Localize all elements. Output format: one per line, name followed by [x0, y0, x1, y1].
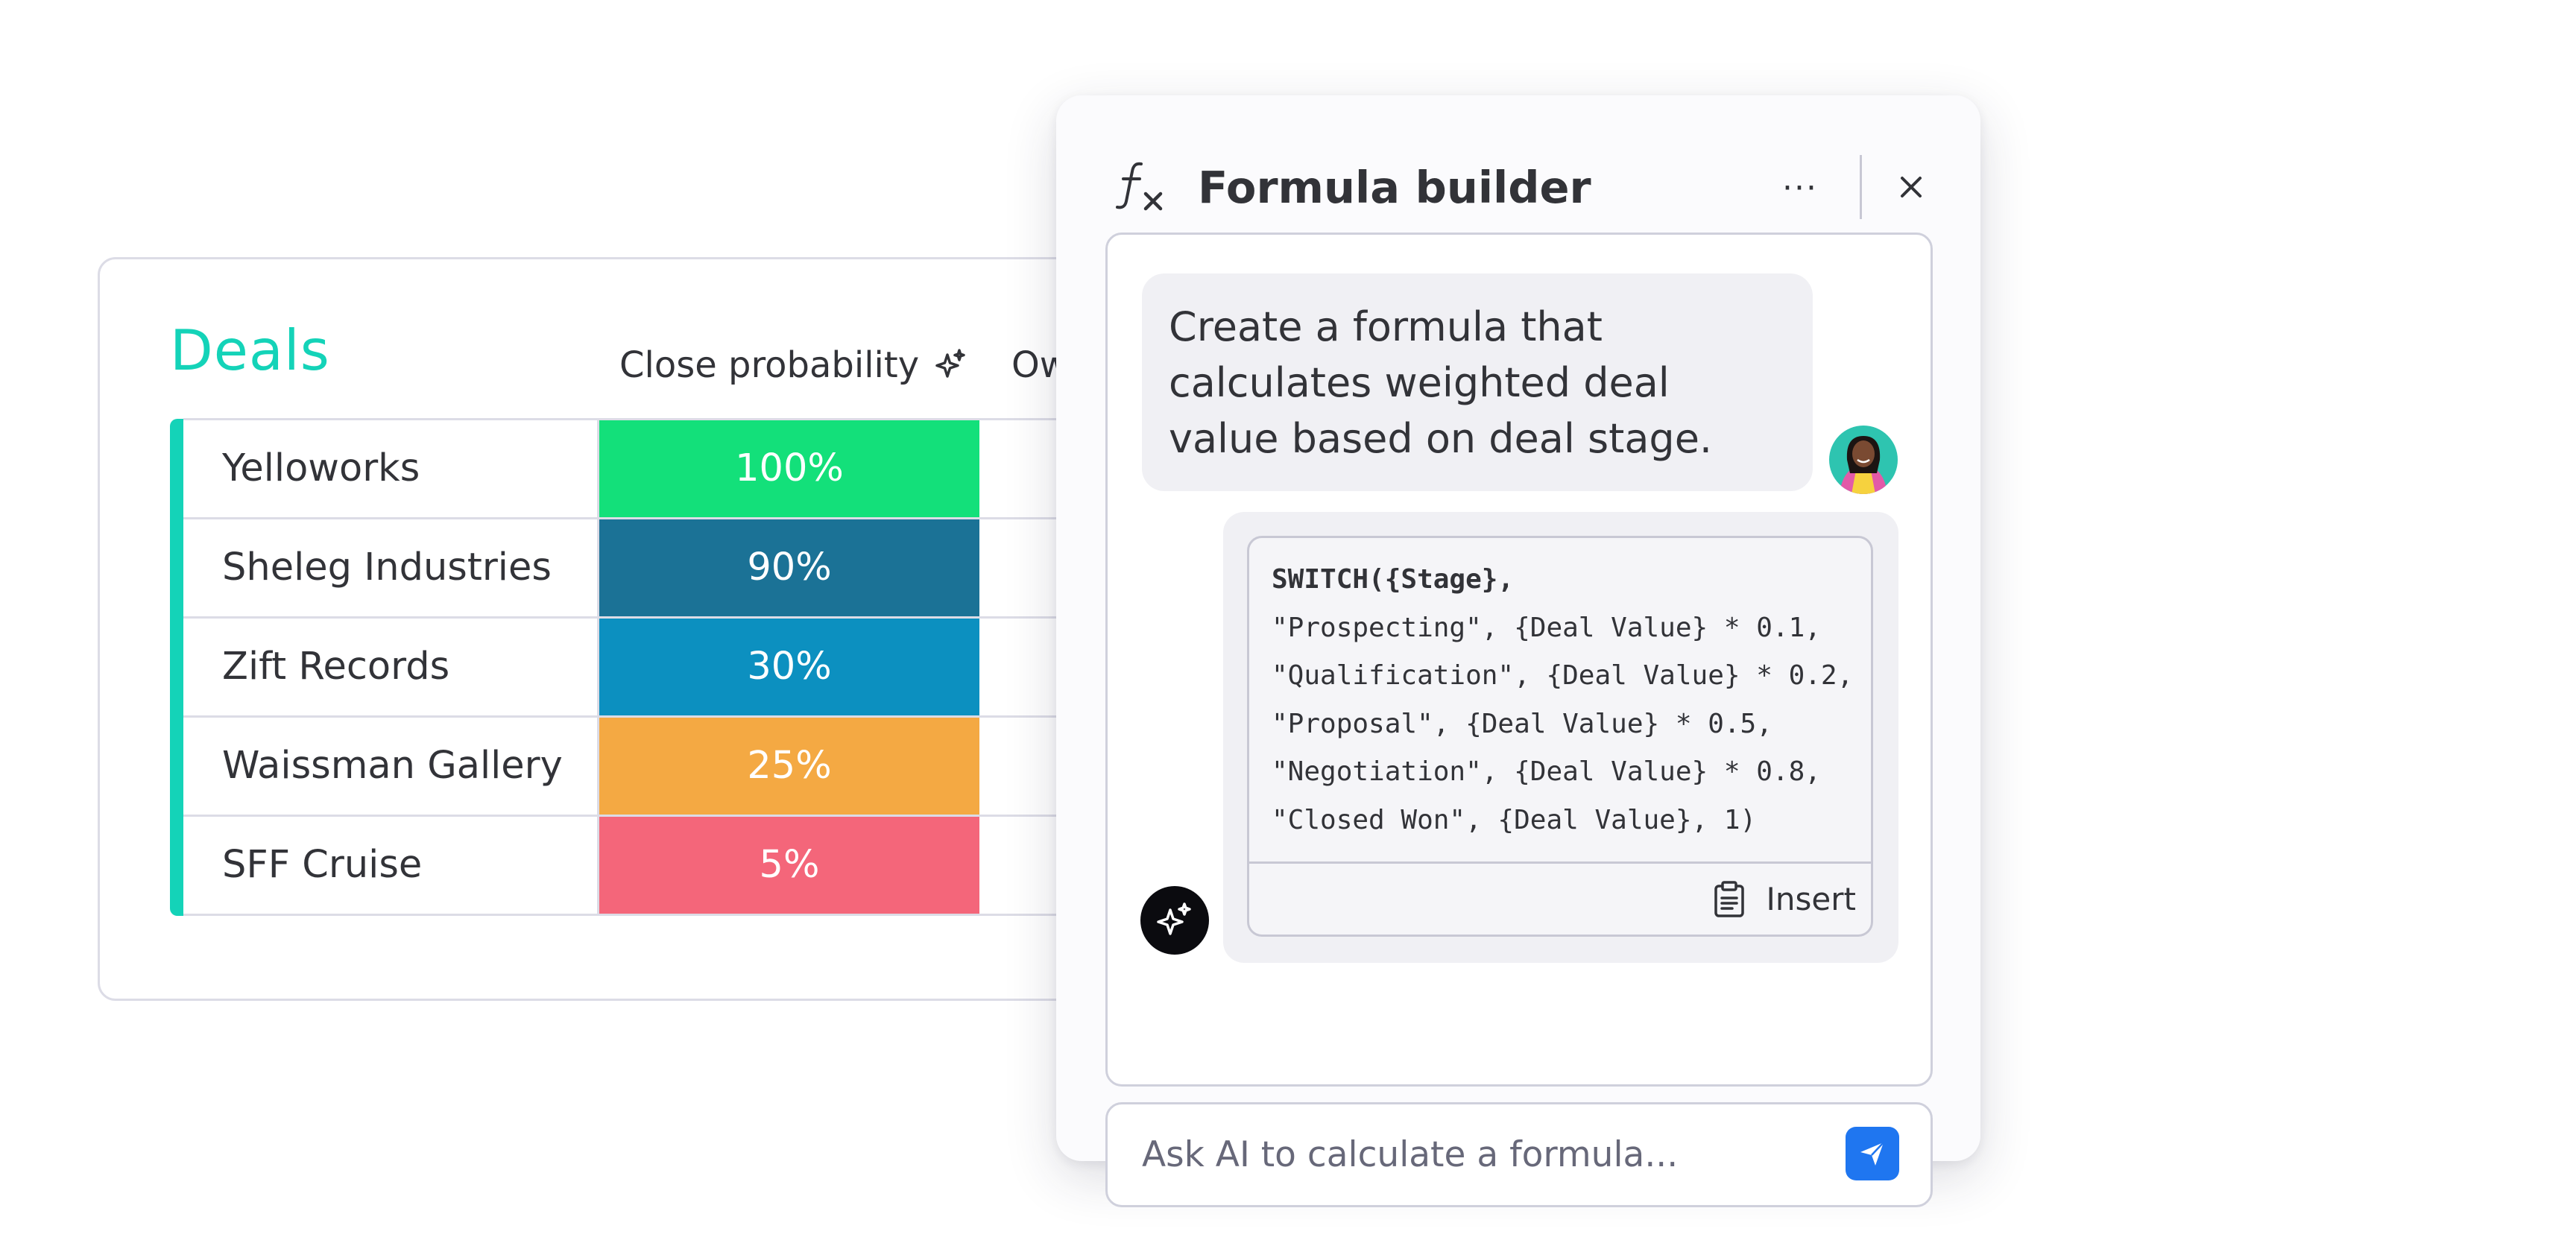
- probability-cell[interactable]: 30%: [599, 619, 979, 715]
- more-options-button[interactable]: ···: [1770, 159, 1830, 216]
- table-row[interactable]: Yelloworks 100%: [183, 418, 1154, 517]
- panel-header: Formula builder ···: [1114, 155, 1934, 219]
- panel-title: Formula builder: [1198, 162, 1591, 213]
- user-avatar: [1829, 426, 1898, 494]
- insert-label: Insert: [1766, 881, 1856, 917]
- header-divider: [1860, 155, 1862, 219]
- ai-assistant-avatar: [1140, 886, 1209, 955]
- formula-fx-icon: [1114, 159, 1167, 215]
- probability-cell[interactable]: 25%: [599, 718, 979, 815]
- probability-cell[interactable]: 100%: [599, 420, 979, 517]
- board-title: Deals: [170, 317, 330, 383]
- ai-sparkle-icon: [932, 347, 968, 383]
- group-color-bar: [170, 419, 183, 916]
- send-icon: [1860, 1142, 1884, 1166]
- table-row[interactable]: Waissman Gallery 25%: [183, 715, 1154, 815]
- chat-conversation: Create a formula that calculates weighte…: [1105, 233, 1933, 1087]
- close-button[interactable]: [1885, 161, 1937, 213]
- ask-ai-placeholder: Ask AI to calculate a formula...: [1142, 1134, 1679, 1175]
- formula-code-block[interactable]: SWITCH({Stage}, "Prospecting", {Deal Val…: [1247, 536, 1873, 937]
- send-button[interactable]: [1846, 1127, 1899, 1180]
- formula-builder-panel: Formula builder ··· Create a formula tha…: [1056, 95, 1980, 1207]
- deals-table: Yelloworks 100% Sheleg Industries 90% Zi…: [183, 418, 1154, 916]
- code-line: "Negotiation", {Deal Value} * 0.8,: [1272, 756, 1821, 787]
- clipboard-icon: [1714, 880, 1744, 917]
- code-line: "Qualification", {Deal Value} * 0.2,: [1272, 660, 1854, 691]
- deals-board: Deals Close probability Ow Yelloworks 10…: [98, 257, 1156, 1001]
- deal-name[interactable]: Sheleg Industries: [222, 519, 552, 616]
- ai-response-bubble: SWITCH({Stage}, "Prospecting", {Deal Val…: [1223, 512, 1898, 963]
- ai-sparkle-icon: [1157, 902, 1191, 935]
- column-header-close-probability[interactable]: Close probability: [619, 347, 968, 383]
- code-line: SWITCH({Stage},: [1272, 564, 1515, 595]
- code-line: "Proposal", {Deal Value} * 0.5,: [1272, 708, 1772, 739]
- deal-name[interactable]: Zift Records: [222, 619, 449, 715]
- table-row[interactable]: Zift Records 30%: [183, 616, 1154, 715]
- ask-ai-input[interactable]: Ask AI to calculate a formula...: [1105, 1102, 1933, 1207]
- code-line: "Prospecting", {Deal Value} * 0.1,: [1272, 612, 1821, 643]
- formula-code: SWITCH({Stage}, "Prospecting", {Deal Val…: [1272, 556, 1853, 844]
- insert-button[interactable]: Insert: [1713, 864, 1856, 935]
- close-icon: [1901, 177, 1922, 197]
- table-row[interactable]: Sheleg Industries 90%: [183, 517, 1154, 616]
- user-message-bubble: Create a formula that calculates weighte…: [1142, 273, 1813, 491]
- code-block-footer: Insert: [1249, 861, 1871, 935]
- code-line: "Closed Won", {Deal Value}, 1): [1272, 804, 1757, 835]
- column-header-label: Close probability: [619, 344, 920, 386]
- probability-cell[interactable]: 90%: [599, 519, 979, 616]
- probability-cell[interactable]: 5%: [599, 817, 979, 914]
- deal-name[interactable]: Yelloworks: [222, 420, 420, 517]
- deal-name[interactable]: SFF Cruise: [222, 817, 422, 914]
- table-row[interactable]: SFF Cruise 5%: [183, 815, 1154, 916]
- deal-name[interactable]: Waissman Gallery: [222, 718, 563, 815]
